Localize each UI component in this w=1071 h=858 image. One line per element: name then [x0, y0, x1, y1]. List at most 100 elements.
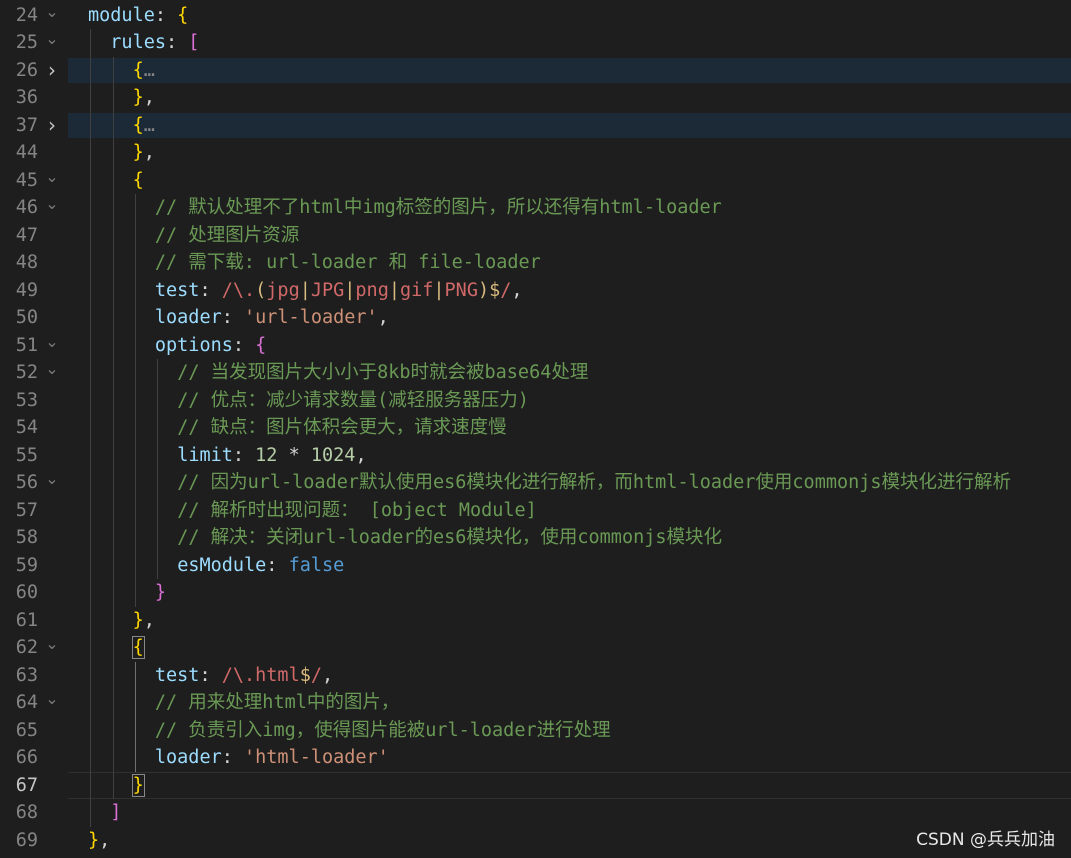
code-editor[interactable]: 24 ⌄ module: {25 ⌄ rules: [26 › {… 36}, 37 › {… 44}… [0, 0, 1071, 858]
chevron-down-icon[interactable]: ⌄ [42, 163, 62, 191]
chevron-down-icon[interactable]: ⌄ [42, 355, 62, 383]
chevron-down-icon[interactable]: ⌄ [42, 685, 62, 713]
code-line[interactable]: 62 ⌄{ [0, 634, 1071, 662]
code-line[interactable]: 59 esModule: false [0, 552, 1071, 580]
code-line[interactable]: 45 ⌄{ [0, 167, 1071, 195]
code-token: { [131, 636, 145, 659]
code-text: loader: 'html-loader' [155, 744, 389, 772]
code-token: loader [154, 747, 222, 768]
code-line[interactable]: 26 › {… [0, 57, 1071, 85]
code-text: // 负责引入img，使得图片能被url-loader进行处理 [155, 717, 611, 745]
code-token: module [88, 4, 155, 26]
code-token: jpg [266, 279, 300, 301]
code-line[interactable]: 53 // 优点：减少请求数量(减轻服务器压力) [0, 387, 1071, 415]
code-token: // 因为url-loader默认使用es6模块化进行解析，而html-load… [177, 472, 1012, 493]
code-line[interactable]: 24 ⌄ module: { [0, 2, 1071, 30]
code-text: // 处理图片资源 [155, 222, 299, 250]
chevron-right-icon[interactable]: › [42, 57, 62, 85]
code-text: limit: 12 * 1024, [177, 442, 366, 470]
code-token: , [143, 609, 155, 631]
code-text: // 用来处理html中的图片， [155, 689, 399, 717]
code-line[interactable]: 52 ⌄// 当发现图片大小小于8kb时就会被base64处理 [0, 359, 1071, 387]
code-text: {… [133, 112, 155, 140]
line-number: 50 [15, 307, 38, 328]
code-token: ( [255, 279, 267, 301]
code-token: gif [399, 279, 434, 301]
code-line[interactable]: 69}, [0, 827, 1071, 855]
code-token: , [322, 664, 334, 686]
code-token: … [143, 114, 155, 136]
chevron-down-icon[interactable]: ⌄ [42, 630, 62, 658]
chevron-down-icon[interactable]: ⌄ [42, 0, 62, 25]
code-line[interactable]: 56 ⌄// 因为url-loader默认使用es6模块化进行解析，而html-l… [0, 469, 1071, 497]
line-number: 47 [15, 224, 38, 246]
code-token: , [377, 307, 389, 328]
code-token: { [132, 169, 144, 191]
code-line[interactable]: 58 // 解决：关闭url-loader的es6模块化，使用commonjs模块… [0, 524, 1071, 552]
code-line[interactable]: 36}, [0, 84, 1071, 112]
code-line[interactable]: 57 // 解析时出现问题： [object Module] [0, 497, 1071, 525]
line-number: 52 [15, 362, 38, 383]
line-number: 66 [15, 747, 38, 768]
code-token: / [310, 664, 322, 686]
code-token: png [355, 279, 389, 301]
code-line[interactable]: 46 ⌄// 默认处理不了html中img标签的图片，所以还得有html-load… [0, 194, 1071, 222]
code-line[interactable]: 67} [0, 771, 1071, 800]
code-token: // 负责引入img，使得图片能被url-loader进行处理 [154, 719, 611, 741]
code-line[interactable]: 49 test: /\.(jpg|JPG|png|gif|PNG)$/, [0, 277, 1071, 305]
chevron-right-icon[interactable]: › [42, 112, 62, 140]
code-line[interactable]: 63 test: /\.html$/, [0, 662, 1071, 690]
code-token: /\. [221, 279, 256, 301]
code-line[interactable]: 54 // 缺点：图片体积会更大，请求速度慢 [0, 414, 1071, 442]
code-line[interactable]: 25 ⌄ rules: [ [0, 29, 1071, 57]
code-token: [ [188, 32, 200, 53]
code-line[interactable]: 60} [0, 579, 1071, 607]
line-number: 51 [15, 334, 38, 356]
line-number: 56 [15, 472, 38, 493]
code-line[interactable]: 55 limit: 12 * 1024, [0, 442, 1071, 470]
code-line[interactable]: 64 ⌄// 用来处理html中的图片， [0, 689, 1071, 717]
chevron-down-icon[interactable]: ⌄ [42, 190, 62, 218]
code-token: 1024 [310, 444, 356, 466]
code-line[interactable]: 68] [0, 799, 1071, 827]
code-token: : [199, 279, 222, 301]
code-token: … [143, 59, 155, 81]
code-token: : [154, 4, 178, 26]
code-text: } [131, 772, 145, 800]
code-text: // 缺点：图片体积会更大，请求速度慢 [177, 414, 506, 442]
code-line[interactable]: 50 loader: 'url-loader', [0, 304, 1071, 332]
code-line[interactable]: 44}, [0, 139, 1071, 167]
chevron-down-icon[interactable]: ⌄ [42, 25, 62, 53]
line-number: 45 [15, 169, 38, 191]
line-number: 37 [15, 114, 38, 136]
code-token: // 解决：关闭url-loader的es6模块化，使用commonjs模块化 [177, 527, 722, 548]
code-token: // 优点：减少请求数量(减轻服务器压力) [177, 389, 529, 411]
code-token: false [288, 554, 345, 576]
line-number: 44 [15, 142, 38, 163]
code-token: : [221, 747, 244, 768]
line-number: 24 [15, 4, 38, 26]
code-token: // 解析时出现问题： [object Module] [177, 499, 537, 521]
code-token: : [221, 307, 244, 328]
code-line[interactable]: 37 › {… [0, 112, 1071, 140]
code-token: , [99, 829, 111, 851]
line-number: 48 [15, 252, 38, 273]
code-token: loader [154, 307, 222, 328]
code-line[interactable]: 51 ⌄ options: { [0, 332, 1071, 360]
code-token: // 缺点：图片体积会更大，请求速度慢 [177, 417, 507, 438]
code-token: html [255, 664, 300, 686]
code-line[interactable]: 61}, [0, 607, 1071, 635]
code-token: 'html-loader' [244, 747, 389, 768]
indent-guide [157, 359, 159, 579]
line-number: 54 [15, 417, 38, 438]
code-text: // 解析时出现问题： [object Module] [177, 497, 537, 525]
chevron-down-icon[interactable]: ⌄ [42, 328, 62, 356]
code-token: : [199, 664, 222, 686]
chevron-down-icon[interactable]: ⌄ [42, 465, 62, 493]
code-token: ] [110, 802, 122, 823]
code-line[interactable]: 48 // 需下载: url-loader 和 file-loader [0, 249, 1071, 277]
code-line[interactable]: 66 loader: 'html-loader' [0, 744, 1071, 772]
line-number: 69 [15, 829, 38, 851]
code-line[interactable]: 47 // 处理图片资源 [0, 222, 1071, 250]
code-line[interactable]: 65 // 负责引入img，使得图片能被url-loader进行处理 [0, 717, 1071, 745]
